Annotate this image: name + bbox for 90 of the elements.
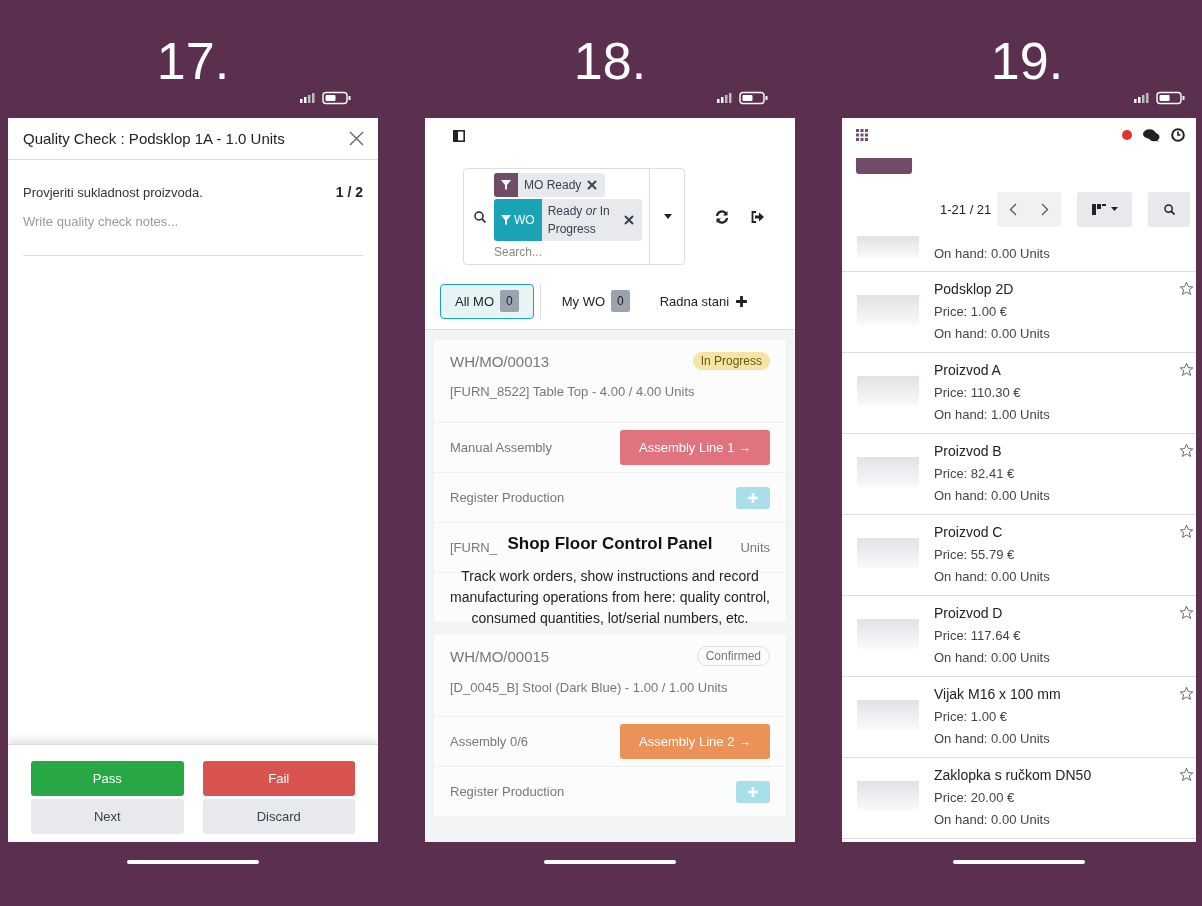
status-dot-icon (1122, 130, 1132, 140)
action-button[interactable]: Next (31, 799, 184, 834)
product-name: Podsklop 2D (934, 281, 1015, 297)
photo-placeholder (857, 457, 919, 487)
product-price: Price: 110.30 € (934, 385, 1022, 400)
plus-icon (735, 294, 749, 308)
product-name: Proizvod A (934, 362, 1002, 378)
product-name: Vijak M16 x 100 mm (934, 686, 1061, 702)
chat-icon[interactable] (1143, 128, 1160, 142)
product-stock: On hand: 0.00 Units (934, 569, 1050, 584)
dialog-title: Quality Check : Podsklop 1A - 1.0 Units (23, 130, 285, 147)
view-switch-button[interactable] (1077, 191, 1133, 227)
step-number: 17. (156, 31, 230, 91)
filter-tab[interactable]: Radna stani (644, 283, 764, 319)
product-price: Price: 1.00 € (934, 304, 1008, 319)
product-price: Price: 117.64 € (934, 628, 1022, 643)
operation-name: Register Production (450, 784, 565, 799)
status-icons (1134, 91, 1188, 105)
plus-icon (747, 785, 759, 798)
product-price: Price: 55.79 € (934, 547, 1016, 562)
product-stock: On hand: 1.00 Units (934, 407, 1050, 422)
product-stock: On hand: 0.00 Units (934, 812, 1051, 827)
product-price: Price: 20.00 € (934, 790, 1016, 805)
check-counter: 1 / 2 (335, 184, 363, 200)
caret-icon (1110, 207, 1118, 211)
component-quantity: Units (740, 540, 770, 555)
plus-icon (747, 491, 759, 504)
check-instruction: Provjeriti sukladnost proizvoda. (23, 184, 203, 200)
step-number: 19. (990, 31, 1064, 91)
photo-placeholder (857, 236, 919, 258)
photo-placeholder (857, 295, 919, 325)
order-reference: WH/MO/00013 (450, 352, 550, 370)
photo-placeholder (857, 376, 919, 406)
action-button[interactable]: Discard (202, 799, 355, 834)
product-stock: On hand: 0.00 Units (934, 326, 1050, 341)
product-name: Proizvod C (934, 524, 1004, 540)
product-row[interactable]: Proizvod A Price: 110.30 € On hand: 1.00 Units (842, 353, 1196, 434)
product-price: Price: 1.00 € (934, 709, 1008, 724)
product-stock: On hand: 0.00 Units (934, 246, 1050, 261)
product-row[interactable]: On hand: 0.00 Units (842, 236, 1196, 272)
product-name: Proizvod D (934, 605, 1004, 621)
search-button[interactable] (1148, 191, 1191, 227)
photo-placeholder (857, 781, 919, 811)
search-field[interactable]: MO Ready WO Ready or In Progress Search... (463, 168, 685, 265)
help-text: Track work orders, show instructions and record manufacturing operations from here: quality control, consumed quantities, lot/serial numbers, etc. (449, 567, 771, 628)
close-icon[interactable] (349, 131, 364, 146)
clock-icon[interactable] (1171, 128, 1185, 142)
filter-icon (501, 214, 511, 225)
logout-icon[interactable] (751, 210, 765, 223)
product-row[interactable]: Proizvod C Price: 55.79 € On hand: 0.00 Units (842, 515, 1196, 596)
product-stock: On hand: 0.00 Units (934, 488, 1050, 503)
component-name: [FURN_ (450, 540, 497, 555)
filter-tab[interactable]: All MO 0 (440, 283, 534, 319)
filter-facet[interactable]: MO Ready (494, 172, 606, 197)
product-row[interactable]: Podsklop 2D Price: 1.00 € On hand: 0.00 Units (842, 272, 1196, 353)
order-product: [FURN_8522] Table Top - 4.00 / 4.00 Units (450, 384, 696, 399)
filter-facet[interactable]: WO Ready or In Progress (494, 198, 642, 241)
photo-placeholder (857, 538, 919, 568)
state-badge: In Progress (692, 352, 770, 370)
search-icon (1163, 203, 1175, 215)
product-row[interactable]: Proizvod D Price: 117.64 € On hand: 0.00 Units (842, 596, 1196, 677)
app-grid-icon[interactable] (856, 129, 868, 141)
photo-placeholder (857, 619, 919, 649)
product-row[interactable]: Vijak M16 x 100 mm Price: 1.00 € On hand: 0.00 Units (842, 677, 1196, 758)
status-icons (717, 91, 771, 105)
product-name: Proizvod B (934, 443, 1003, 459)
product-stock: On hand: 0.00 Units (934, 650, 1050, 665)
product-price: Price: 82.41 € (934, 466, 1016, 481)
product-row[interactable]: Proizvod B Price: 82.41 € On hand: 0.00 Units (842, 434, 1196, 515)
search-icon (474, 210, 486, 223)
help-title: Shop Floor Control Panel (507, 534, 713, 554)
pager-text: 1-21 / 21 (940, 201, 992, 217)
product-stock: On hand: 0.00 Units (934, 731, 1051, 746)
refresh-icon[interactable] (715, 209, 729, 224)
operation-name: Manual Assembly (450, 440, 552, 455)
fail-button[interactable]: Fail (202, 761, 355, 796)
operation-name: Assembly 0/6 (450, 734, 529, 749)
order-reference: WH/MO/00015 (450, 647, 550, 665)
order-product: [D_0045_B] Stool (Dark Blue) - 1.00 / 1.00 Units (450, 680, 729, 695)
kanban-icon (1091, 203, 1106, 215)
step-number: 18. (573, 31, 647, 91)
filter-tab[interactable]: My WO 0 (546, 283, 645, 319)
photo-placeholder (857, 700, 919, 730)
notes-field[interactable]: Write quality check notes... (23, 214, 363, 256)
sidebar-toggle-icon[interactable] (453, 130, 465, 142)
product-row[interactable]: Zaklopka s ručkom DN50 Price: 20.00 € On hand: 0.00 Units (842, 758, 1196, 839)
product-name: Zaklopka s ručkom DN50 (934, 767, 1092, 783)
operation-name: Register Production (450, 490, 565, 505)
status-icons (300, 91, 354, 105)
filter-icon (501, 179, 511, 190)
